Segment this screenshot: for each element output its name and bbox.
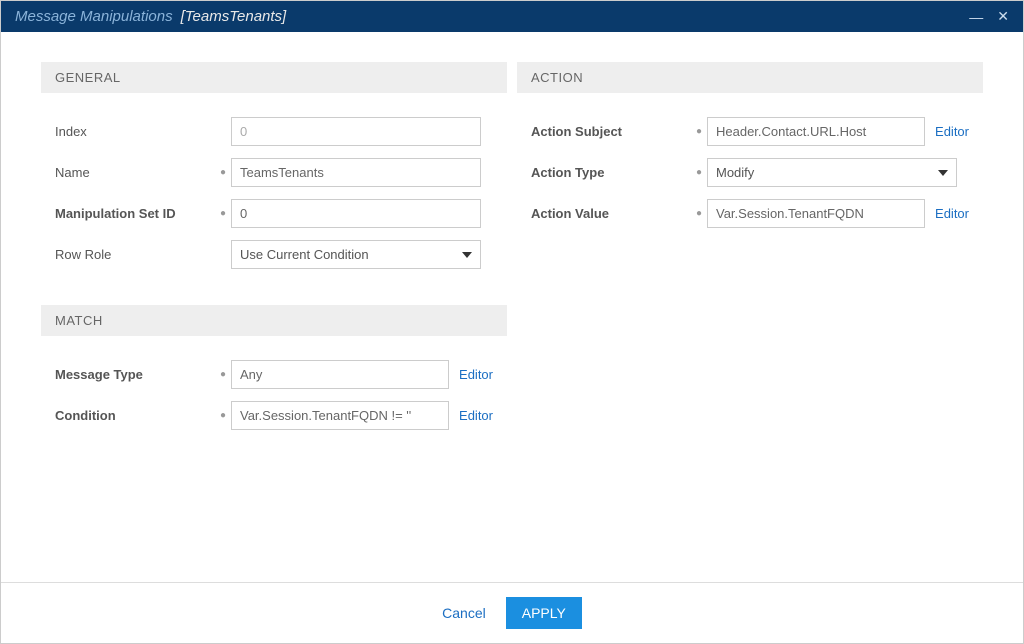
section-header-action: ACTION [517,62,983,93]
input-name[interactable] [231,158,481,187]
label-index: Index [55,124,215,139]
titlebar-title-group: Message Manipulations [TeamsTenants] [15,8,286,25]
control-action-subject: Editor [707,117,969,146]
dialog-title: Message Manipulations [15,8,173,25]
label-manip-set-id: Manipulation Set ID [55,206,215,221]
row-message-type: Message Type ● Editor [41,354,507,395]
row-action-subject: Action Subject ● Editor [517,111,983,152]
control-index [231,117,493,146]
input-index[interactable] [231,117,481,146]
bullet-icon: ● [215,410,231,421]
label-row-role: Row Role [55,247,215,262]
control-manip-set-id [231,199,493,228]
bullet-icon: ● [215,167,231,178]
dialog-context: [TeamsTenants] [181,8,287,25]
section-header-match: MATCH [41,305,507,336]
control-action-type: Modify [707,158,969,187]
row-manip-set-id: Manipulation Set ID ● [41,193,507,234]
row-action-value: Action Value ● Editor [517,193,983,234]
select-action-type[interactable]: Modify [707,158,957,187]
input-condition[interactable] [231,401,449,430]
editor-link-message-type[interactable]: Editor [459,367,493,382]
apply-button[interactable]: APPLY [506,597,582,629]
editor-link-condition[interactable]: Editor [459,408,493,423]
row-action-type: Action Type ● Modify [517,152,983,193]
section-header-general: GENERAL [41,62,507,93]
titlebar-actions: — ✕ [969,8,1009,25]
bullet-icon: ● [691,208,707,219]
control-name [231,158,493,187]
input-manip-set-id[interactable] [231,199,481,228]
cancel-button[interactable]: Cancel [442,605,486,621]
select-row-role[interactable]: Use Current Condition [231,240,481,269]
input-message-type[interactable] [231,360,449,389]
row-name: Name ● [41,152,507,193]
row-condition: Condition ● Editor [41,395,507,436]
editor-link-action-subject[interactable]: Editor [935,124,969,139]
label-action-value: Action Value [531,206,691,221]
dialog-content: GENERAL Index Name ● Manipulation Set ID… [1,32,1023,582]
bullet-icon: ● [215,208,231,219]
bullet-icon: ● [691,126,707,137]
label-action-subject: Action Subject [531,124,691,139]
control-action-value: Editor [707,199,969,228]
left-column: GENERAL Index Name ● Manipulation Set ID… [41,62,507,572]
bullet-icon: ● [215,369,231,380]
label-condition: Condition [55,408,215,423]
input-action-subject[interactable] [707,117,925,146]
close-icon[interactable]: ✕ [997,8,1009,25]
label-message-type: Message Type [55,367,215,382]
control-condition: Editor [231,401,493,430]
row-row-role: Row Role Use Current Condition [41,234,507,275]
label-action-type: Action Type [531,165,691,180]
row-index: Index [41,111,507,152]
label-name: Name [55,165,215,180]
minimize-icon[interactable]: — [969,9,983,25]
control-message-type: Editor [231,360,493,389]
input-action-value[interactable] [707,199,925,228]
dialog: Message Manipulations [TeamsTenants] — ✕… [0,0,1024,644]
right-column: ACTION Action Subject ● Editor Action Ty… [517,62,983,572]
editor-link-action-value[interactable]: Editor [935,206,969,221]
bullet-icon: ● [691,167,707,178]
titlebar: Message Manipulations [TeamsTenants] — ✕ [1,1,1023,32]
control-row-role: Use Current Condition [231,240,493,269]
dialog-footer: Cancel APPLY [1,582,1023,643]
